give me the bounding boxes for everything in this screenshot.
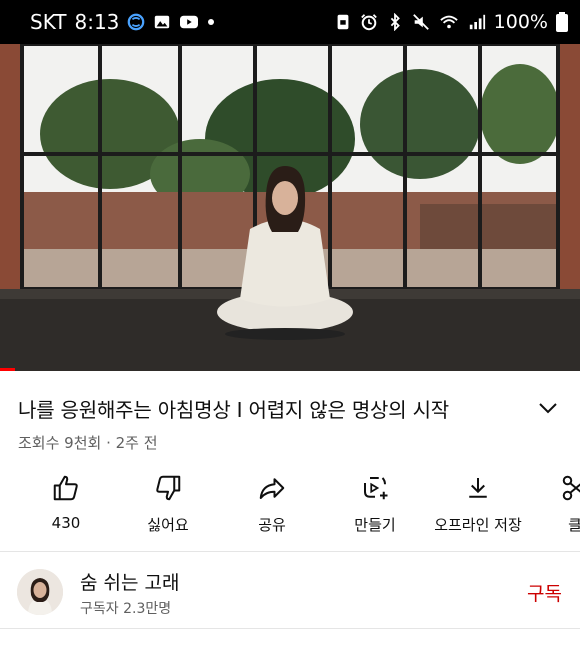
download-button[interactable]: 오프라인 저장 (423, 470, 533, 535)
carrier-label: SKT (30, 10, 67, 34)
youtube-icon (180, 15, 199, 29)
channel-name[interactable]: 숨 쉬는 고래 (80, 568, 179, 595)
thumbs-up-icon (53, 475, 78, 501)
subscribe-button[interactable]: 구독 (527, 579, 562, 606)
status-bar: SKT 8:13 100% (0, 0, 580, 44)
download-icon (469, 478, 487, 498)
clip-button[interactable]: 클 (520, 470, 580, 535)
divider-top (0, 551, 580, 552)
s-app-icon (128, 13, 145, 31)
chevron-down-icon (539, 403, 557, 414)
dislike-button[interactable]: 싫어요 (113, 470, 223, 535)
gallery-icon (155, 15, 170, 29)
share-button[interactable]: 공유 (217, 470, 327, 535)
video-progress-bar[interactable] (0, 368, 15, 371)
subscriber-count: 구독자 2.3만명 (80, 601, 172, 617)
battery-icon (556, 12, 568, 32)
video-title-row[interactable]: 나를 응원해주는 아침명상 I 어렵지 않은 명상의 시작 (18, 393, 563, 423)
like-button[interactable]: 430 (11, 470, 121, 532)
video-frame (0, 44, 580, 371)
video-player[interactable] (0, 44, 580, 371)
create-icon (364, 477, 388, 500)
avatar-image (17, 569, 63, 615)
signal-icon (469, 14, 485, 30)
scissors-icon (562, 475, 580, 501)
action-bar: 430 싫어요 공유 만들기 오프라인 저장 클 (0, 470, 580, 540)
share-icon (259, 478, 285, 499)
create-label: 만들기 (354, 516, 396, 534)
share-label: 공유 (258, 516, 286, 534)
channel-avatar[interactable] (17, 569, 63, 615)
divider-bottom (0, 628, 580, 629)
dot-icon (208, 19, 215, 25)
video-meta: 조회수 9천회 · 2주 전 (18, 434, 158, 452)
nfc-icon (337, 14, 349, 30)
create-button[interactable]: 만들기 (320, 470, 430, 535)
mute-icon (412, 14, 429, 30)
download-label: 오프라인 저장 (434, 516, 522, 534)
wifi-icon (439, 15, 458, 29)
clip-label: 클 (568, 516, 580, 534)
like-count: 430 (51, 514, 81, 532)
thumbs-down-icon (156, 475, 181, 501)
video-title: 나를 응원해주는 아침명상 I 어렵지 않은 명상의 시작 (18, 397, 449, 422)
expand-description-button[interactable] (533, 393, 563, 423)
dislike-label: 싫어요 (147, 516, 189, 534)
battery-percent: 100% (493, 11, 548, 33)
alarm-icon (360, 14, 377, 31)
bluetooth-icon (390, 13, 400, 31)
clock: 8:13 (74, 10, 120, 34)
